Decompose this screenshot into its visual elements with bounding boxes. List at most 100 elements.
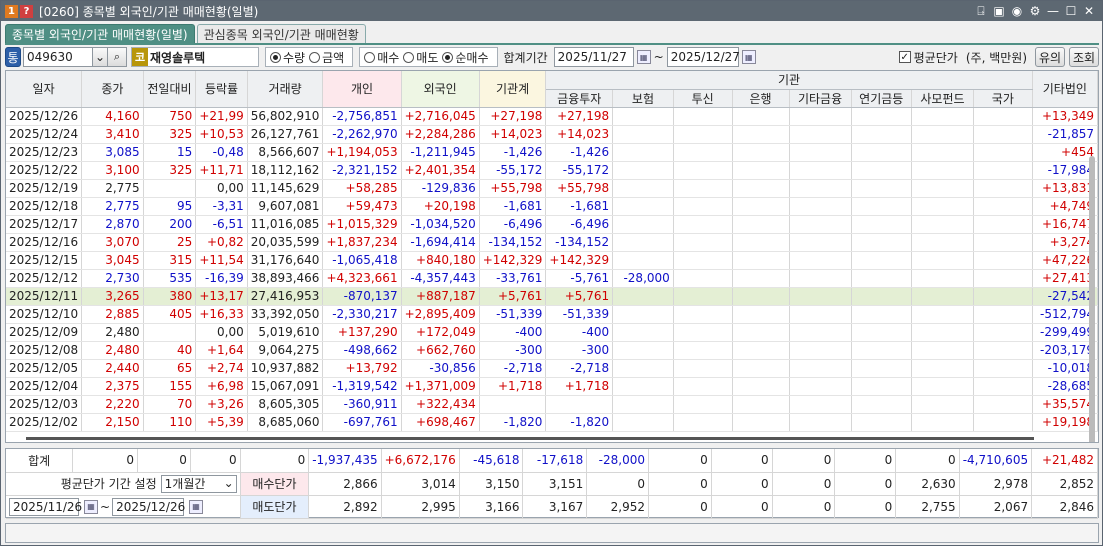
calendar-icon[interactable]: ▦ [189,499,204,514]
radio-buy[interactable]: 매수 [364,49,399,66]
table-row[interactable]: 2025/12/03 2,220 70 +3,26 8,605,305 -360,911 +… [6,395,1098,414]
avg-period-select[interactable]: 1개월간 ⌄ [160,474,237,493]
table-row[interactable]: 2025/12/12 2,730 535 -16,39 38,893,466 +4,323… [6,269,1098,288]
column-header[interactable]: 투신 [673,89,733,108]
date-range-tilde: ~ [653,50,664,64]
other-corp-cell: +13,349 [1032,107,1098,126]
table-row[interactable]: 2025/12/16 3,070 25 +0,82 20,035,599 +1,837,2… [6,233,1098,252]
window-title: [0260] 종목별 외국인/기관 매매현황(일별) [39,4,259,19]
individual-cell: -498,662 [322,341,402,360]
trust-cell [673,143,733,162]
column-header[interactable]: 연기금등 [851,89,912,108]
close-icon[interactable]: ✕ [1080,2,1098,20]
individual-cell: -2,330,217 [322,305,402,324]
column-header[interactable]: 기타금융 [789,89,852,108]
nation-cell [973,413,1033,432]
table-row[interactable]: 2025/12/04 2,375 155 +6,98 15,067,091 -1,319,… [6,377,1098,396]
table-row[interactable]: 2025/12/15 3,045 315 +11,54 31,176,640 -1,065… [6,251,1098,270]
private-fund-cell [911,413,974,432]
buy-price-cell: 0 [711,472,773,496]
search-query-button[interactable]: 조회 [1069,47,1099,67]
radio-quantity[interactable]: 수량 [270,49,305,66]
column-header[interactable]: 거래량 [247,71,324,108]
market-select-button[interactable]: 통 [5,47,21,67]
change-cell: 200 [143,215,197,234]
radio-circle [270,51,281,63]
column-header[interactable]: 등락률 [195,71,248,108]
radio-amount[interactable]: 금액 [309,49,344,66]
column-header[interactable]: 기타법인 [1032,71,1098,108]
camera-icon[interactable]: ◉ [1008,2,1026,20]
table-row[interactable]: 2025/12/18 2,775 95 -3,31 9,607,081 +59,473 +2… [6,197,1098,216]
column-header[interactable]: 외국인 [401,71,480,108]
table-row[interactable]: 2025/12/05 2,440 65 +2,74 10,937,882 +13,792-… [6,359,1098,378]
fin-invest-cell: -55,172 [545,161,614,180]
foreign-cell: +2,716,045 [401,107,480,126]
institution-total-cell [479,395,547,414]
column-header[interactable]: 종가 [81,71,144,108]
tab-watchlist[interactable]: 관심종목 외국인/기관 매매현황 [196,24,366,44]
other-corp-cell: -512,794 [1032,305,1098,324]
column-header[interactable]: 기관계 [479,71,547,108]
pin-icon[interactable]: ⍈ [972,2,990,20]
column-header[interactable]: 전일대비 [143,71,197,108]
total-cell: -4,710,605 [959,449,1033,473]
fin-invest-cell: +55,798 [545,179,614,198]
table-row[interactable]: 2025/12/24 3,410 325 +10,53 26,127,761 -2,262… [6,125,1098,144]
table-row[interactable]: 2025/12/17 2,870 200 -6,51 11,016,085 +1,015,… [6,215,1098,234]
date-to-input[interactable]: 2025/12/27 [666,47,740,67]
change-cell: 95 [143,197,197,216]
horizontal-scrollbar[interactable] [26,437,1034,440]
avg-period-label: 평균단가 기간 설정 [60,477,157,491]
avg-date-to-input[interactable]: 2025/12/26 [112,497,185,516]
tab-daily-by-stock[interactable]: 종목별 외국인/기관 매매현황(일별) [5,24,195,44]
trust-cell [673,161,733,180]
trust-cell [673,251,733,270]
table-row[interactable]: 2025/12/02 2,150 110 +5,39 8,685,060 -697,761… [6,413,1098,432]
column-group-header: 기관 [545,71,1033,90]
caution-button[interactable]: 유의 [1035,47,1065,67]
vertical-scrollbar[interactable] [1089,156,1095,442]
table-row[interactable]: 2025/12/26 4,160 750 +21,99 56,802,910 -2,756… [6,107,1098,126]
avg-date-from-input[interactable]: 2025/11/26 [9,497,82,516]
column-header[interactable]: 은행 [732,89,790,108]
avg-price-checkbox[interactable]: ✓ [898,51,911,63]
foreign-cell: +172,049 [401,323,480,342]
pension-cell [851,215,912,234]
minimize-icon[interactable]: — [1044,2,1062,20]
total-cell: 0 [834,449,897,473]
trust-cell [673,179,733,198]
column-header[interactable]: 사모펀드 [911,89,974,108]
stock-code-input[interactable]: 049630 [23,47,93,67]
radio-sell[interactable]: 매도 [403,49,438,66]
maximize-icon[interactable]: ☐ [1062,2,1080,20]
calendar-icon[interactable]: ▦ [84,499,98,514]
save-icon[interactable]: ▣ [990,2,1008,20]
other-fin-cell [789,341,852,360]
table-row[interactable]: 2025/12/11 3,265 380 +13,17 27,416,953 -870,1… [6,287,1098,306]
table-row[interactable]: 2025/12/08 2,480 40 +1,64 9,064,275 -498,662 +… [6,341,1098,360]
bank-cell [732,341,790,360]
table-row[interactable]: 2025/12/09 2,480 0,00 5,019,610 +137,290 +172… [6,323,1098,342]
column-header[interactable]: 개인 [322,71,402,108]
radio-net-buy[interactable]: 순매수 [442,49,489,66]
table-row[interactable]: 2025/12/10 2,885 405 +16,33 33,392,050 -2,330… [6,305,1098,324]
calendar-icon[interactable]: ▦ [636,50,651,64]
column-header[interactable]: 일자 [6,71,83,108]
table-row[interactable]: 2025/12/22 3,100 325 +11,71 18,112,162 -2,321… [6,161,1098,180]
close-cell: 2,885 [81,305,144,324]
date-from-input[interactable]: 2025/11/27 [553,47,634,67]
calendar-icon[interactable]: ▦ [741,50,756,64]
gear-icon[interactable]: ⚙ [1026,2,1044,20]
table-row[interactable]: 2025/12/23 3,085 15 -0,48 8,566,607 +1,194,05… [6,143,1098,162]
fin-invest-cell: -1,426 [545,143,614,162]
code-dropdown-button[interactable]: ⌄ [92,47,108,67]
table-row[interactable]: 2025/12/19 2,775 0,00 11,145,629 +58,285 -129… [6,179,1098,198]
column-header[interactable]: 보험 [612,89,674,108]
search-button[interactable]: ⌕ [107,47,127,67]
column-header[interactable]: 국가 [973,89,1033,108]
other-fin-cell [789,233,852,252]
help-badge[interactable]: ? [20,4,33,18]
trust-cell [673,341,733,360]
column-header[interactable]: 금융투자 [545,89,614,108]
